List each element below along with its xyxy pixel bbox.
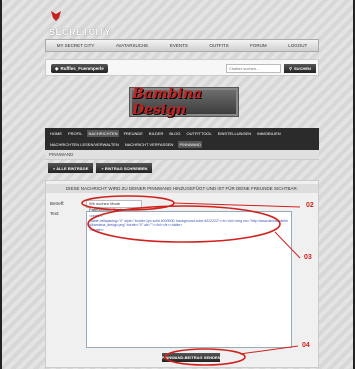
pnav-pinnwand[interactable]: PINNWAND [178, 141, 203, 148]
annotation-03: 03 [304, 254, 312, 261]
annotation-04: 04 [302, 342, 310, 349]
page-title: PINNWAND [45, 150, 319, 160]
pnav-outfittool[interactable]: OUTFITTOOL [186, 130, 213, 137]
nav-my-secret-city[interactable]: MY SECRET CITY [57, 43, 95, 48]
pnav-einstellungen[interactable]: EINSTELLUNGEN [217, 130, 252, 137]
user-bar: ◆ Ruffles_Fuenmperle ⚲ SUCHEN [45, 59, 319, 76]
user-profile-link[interactable]: ◆ Ruffles_Fuenmperle [51, 64, 108, 73]
pinnwand-tabs: « ALLE EINTRÄGE » EINTRAG SCHREIBEN [45, 163, 319, 175]
banner-title: Bambina Design [132, 86, 203, 118]
header: SECRETCITY [2, 0, 353, 38]
pnav-bilder[interactable]: BILDER [148, 130, 164, 137]
annotation-02: 02 [306, 202, 314, 209]
message-text: <center> <table cellspacing="0" style="b… [89, 214, 289, 232]
nav-outfits[interactable]: OUTFITS [209, 43, 228, 48]
pnav-profil[interactable]: PROFIL [67, 130, 83, 137]
tab-alle-eintraege[interactable]: « ALLE EINTRÄGE [48, 163, 94, 173]
main-nav: MY SECRET CITY AVATARSUCHE EVENTS OUTFIT… [45, 39, 319, 52]
pinnwand-form: DIESE NACHRICHT WIRD ZU DEINER PINNWAND … [45, 180, 319, 368]
text-label: Text: [50, 211, 60, 216]
submit-button[interactable]: PINNWAND-BEITRAG SENDEN [162, 353, 220, 362]
pnav-immobilien[interactable]: IMMOBILIEN [256, 130, 282, 137]
pnav-nachrichten-lesen[interactable]: NACHRICHTEN LESEN/VERWALTEN [49, 141, 120, 148]
pnav-blog[interactable]: BLOG [168, 130, 181, 137]
notice-text: DIESE NACHRICHT WIRD ZU DEINER PINNWAND … [46, 184, 318, 193]
search-icon: ⚲ [289, 66, 293, 71]
user-icon: ◆ [55, 65, 59, 71]
profile-nav: HOME PROFIL NACHRICHTEN FREUNDE BILDER B… [45, 128, 319, 150]
message-textarea[interactable]: <center> <table cellspacing="0" style="b… [86, 211, 292, 348]
search-button-label: SUCHEN [294, 66, 311, 71]
site-logo[interactable]: SECRETCITY [49, 27, 111, 37]
tab-eintrag-schreiben[interactable]: » EINTRAG SCHREIBEN [96, 163, 153, 173]
nav-logout[interactable]: LOGOUT [288, 43, 307, 48]
profile-banner-area: Bambina Design [45, 80, 319, 126]
nav-forum[interactable]: FORUM [250, 43, 267, 48]
chatter-search-input[interactable] [226, 64, 281, 73]
profile-nav-row-1: HOME PROFIL NACHRICHTEN FREUNDE BILDER B… [45, 128, 319, 139]
pnav-freunde[interactable]: FREUNDE [123, 130, 144, 137]
logo-icon [51, 11, 61, 21]
nav-events[interactable]: EVENTS [170, 43, 188, 48]
profile-nav-row-2: NACHRICHTEN LESEN/VERWALTEN NACHRICHT VE… [45, 139, 319, 150]
username: Ruffles_Fuenmperle [60, 66, 104, 71]
nav-avatarsuche[interactable]: AVATARSUCHE [116, 43, 148, 48]
pnav-nachricht-verfassen[interactable]: NACHRICHT VERFASSEN [124, 141, 175, 148]
subject-label: Betreff: [50, 201, 65, 206]
profile-banner: Bambina Design [130, 86, 238, 118]
pnav-nachrichten[interactable]: NACHRICHTEN [87, 130, 119, 137]
pnav-home[interactable]: HOME [49, 130, 63, 137]
search-button[interactable]: ⚲ SUCHEN [284, 64, 316, 73]
subject-input[interactable]: Wir suchen Mode Patenbringer Bwdz... [86, 200, 142, 212]
